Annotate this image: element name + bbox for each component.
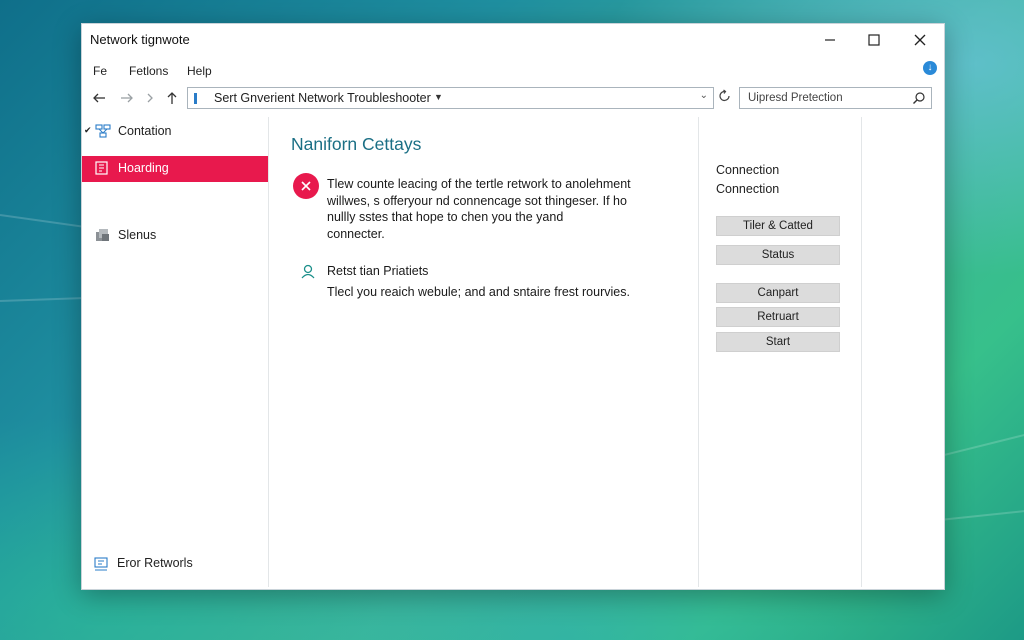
menu-fetlons[interactable]: Fetlons: [129, 64, 168, 78]
arrow-up-icon: [167, 92, 177, 104]
retruart-button[interactable]: Retruart: [716, 307, 840, 327]
main-content: Naniforn Cettays Tlew counte leacing of …: [269, 117, 697, 587]
chevron-down-icon[interactable]: ⌄: [700, 90, 708, 101]
sidebar-bottom-label: Eror Retworls: [117, 556, 193, 570]
sidebar-item-label: Slenus: [118, 228, 157, 242]
page-title: Naniforn Cettays: [291, 134, 422, 154]
check-icon: ✔: [84, 125, 92, 135]
menu-file[interactable]: Fe: [93, 64, 107, 78]
refresh-button[interactable]: [718, 89, 732, 108]
sidebar-item-hoarding[interactable]: Hoarding: [82, 156, 268, 182]
canpart-button[interactable]: Canpart: [716, 283, 840, 303]
minimize-button[interactable]: [816, 28, 844, 52]
search-placeholder: Uipresd Pretection: [748, 92, 843, 104]
location-icon: [194, 93, 197, 104]
panel-subheading: Connection: [716, 182, 780, 196]
address-bar[interactable]: Sert Gnverient Network Troubleshooter ▼ …: [187, 87, 714, 109]
arrow-left-icon: [93, 93, 105, 103]
tiler-catted-button[interactable]: Tiler & Catted: [716, 216, 840, 236]
status-button[interactable]: Status: [716, 245, 840, 265]
minimize-icon: [825, 39, 835, 41]
tip-text: Tlecl you reaich webule; and and sntaire…: [327, 285, 630, 299]
stack-icon: [95, 228, 111, 247]
sidebar: ✔ Contation Hoarding Slenus Eror Retworl…: [82, 117, 269, 587]
error-message: Tlew counte leacing of the tertle retwor…: [327, 176, 657, 242]
error-message-line: Tlew counte leacing of the tertle retwor…: [327, 177, 631, 191]
maximize-icon: [868, 34, 880, 46]
address-text: Sert Gnverient Network Troubleshooter: [214, 91, 431, 105]
forward-button[interactable]: [118, 89, 136, 107]
tip-title[interactable]: Retst tian Priatiets: [327, 264, 428, 278]
error-message-line: willwes, s offeryour nd connencage sot t…: [327, 193, 627, 208]
navigation-bar: Sert Gnverient Network Troubleshooter ▼ …: [82, 86, 944, 112]
error-message-line: nullly sstes that hope to chen you the y…: [327, 210, 564, 224]
arrow-right-icon: [121, 93, 133, 103]
network-icon: [95, 124, 111, 143]
chevron-right-icon: [147, 93, 153, 103]
sidebar-item-slenus[interactable]: Slenus: [82, 223, 268, 249]
maximize-button[interactable]: [860, 28, 888, 52]
close-icon: [914, 34, 926, 46]
caret-down-icon[interactable]: ▼: [434, 92, 443, 102]
back-button[interactable]: [90, 89, 108, 107]
network-error-icon: [94, 557, 108, 571]
error-message-line: connecter.: [327, 226, 385, 241]
user-support-icon: [300, 263, 316, 284]
menu-help[interactable]: Help: [187, 64, 212, 78]
sidebar-item-label: Contation: [118, 124, 172, 138]
troubleshooter-window: Network tignwote Fe Fetlons Help ↓ Sert …: [81, 23, 945, 590]
up-button[interactable]: [163, 89, 181, 107]
start-button[interactable]: Start: [716, 332, 840, 352]
search-icon[interactable]: [912, 91, 926, 110]
title-bar: Network tignwote: [82, 24, 944, 58]
panel-heading: Connection: [716, 163, 780, 177]
help-icon[interactable]: ↓: [923, 61, 937, 75]
history-dropdown[interactable]: [141, 89, 159, 107]
search-box[interactable]: Uipresd Pretection: [739, 87, 932, 109]
action-panel: Connection Connection Tiler & Catted Sta…: [698, 117, 862, 587]
sidebar-item-contation[interactable]: ✔ Contation: [82, 119, 268, 145]
close-button[interactable]: [906, 28, 934, 52]
document-icon: [95, 161, 109, 180]
refresh-icon: [719, 89, 730, 102]
window-title: Network tignwote: [90, 32, 190, 47]
sidebar-item-label: Hoarding: [118, 161, 169, 175]
menu-bar: Fe Fetlons Help: [82, 61, 944, 83]
error-icon: [293, 173, 319, 199]
